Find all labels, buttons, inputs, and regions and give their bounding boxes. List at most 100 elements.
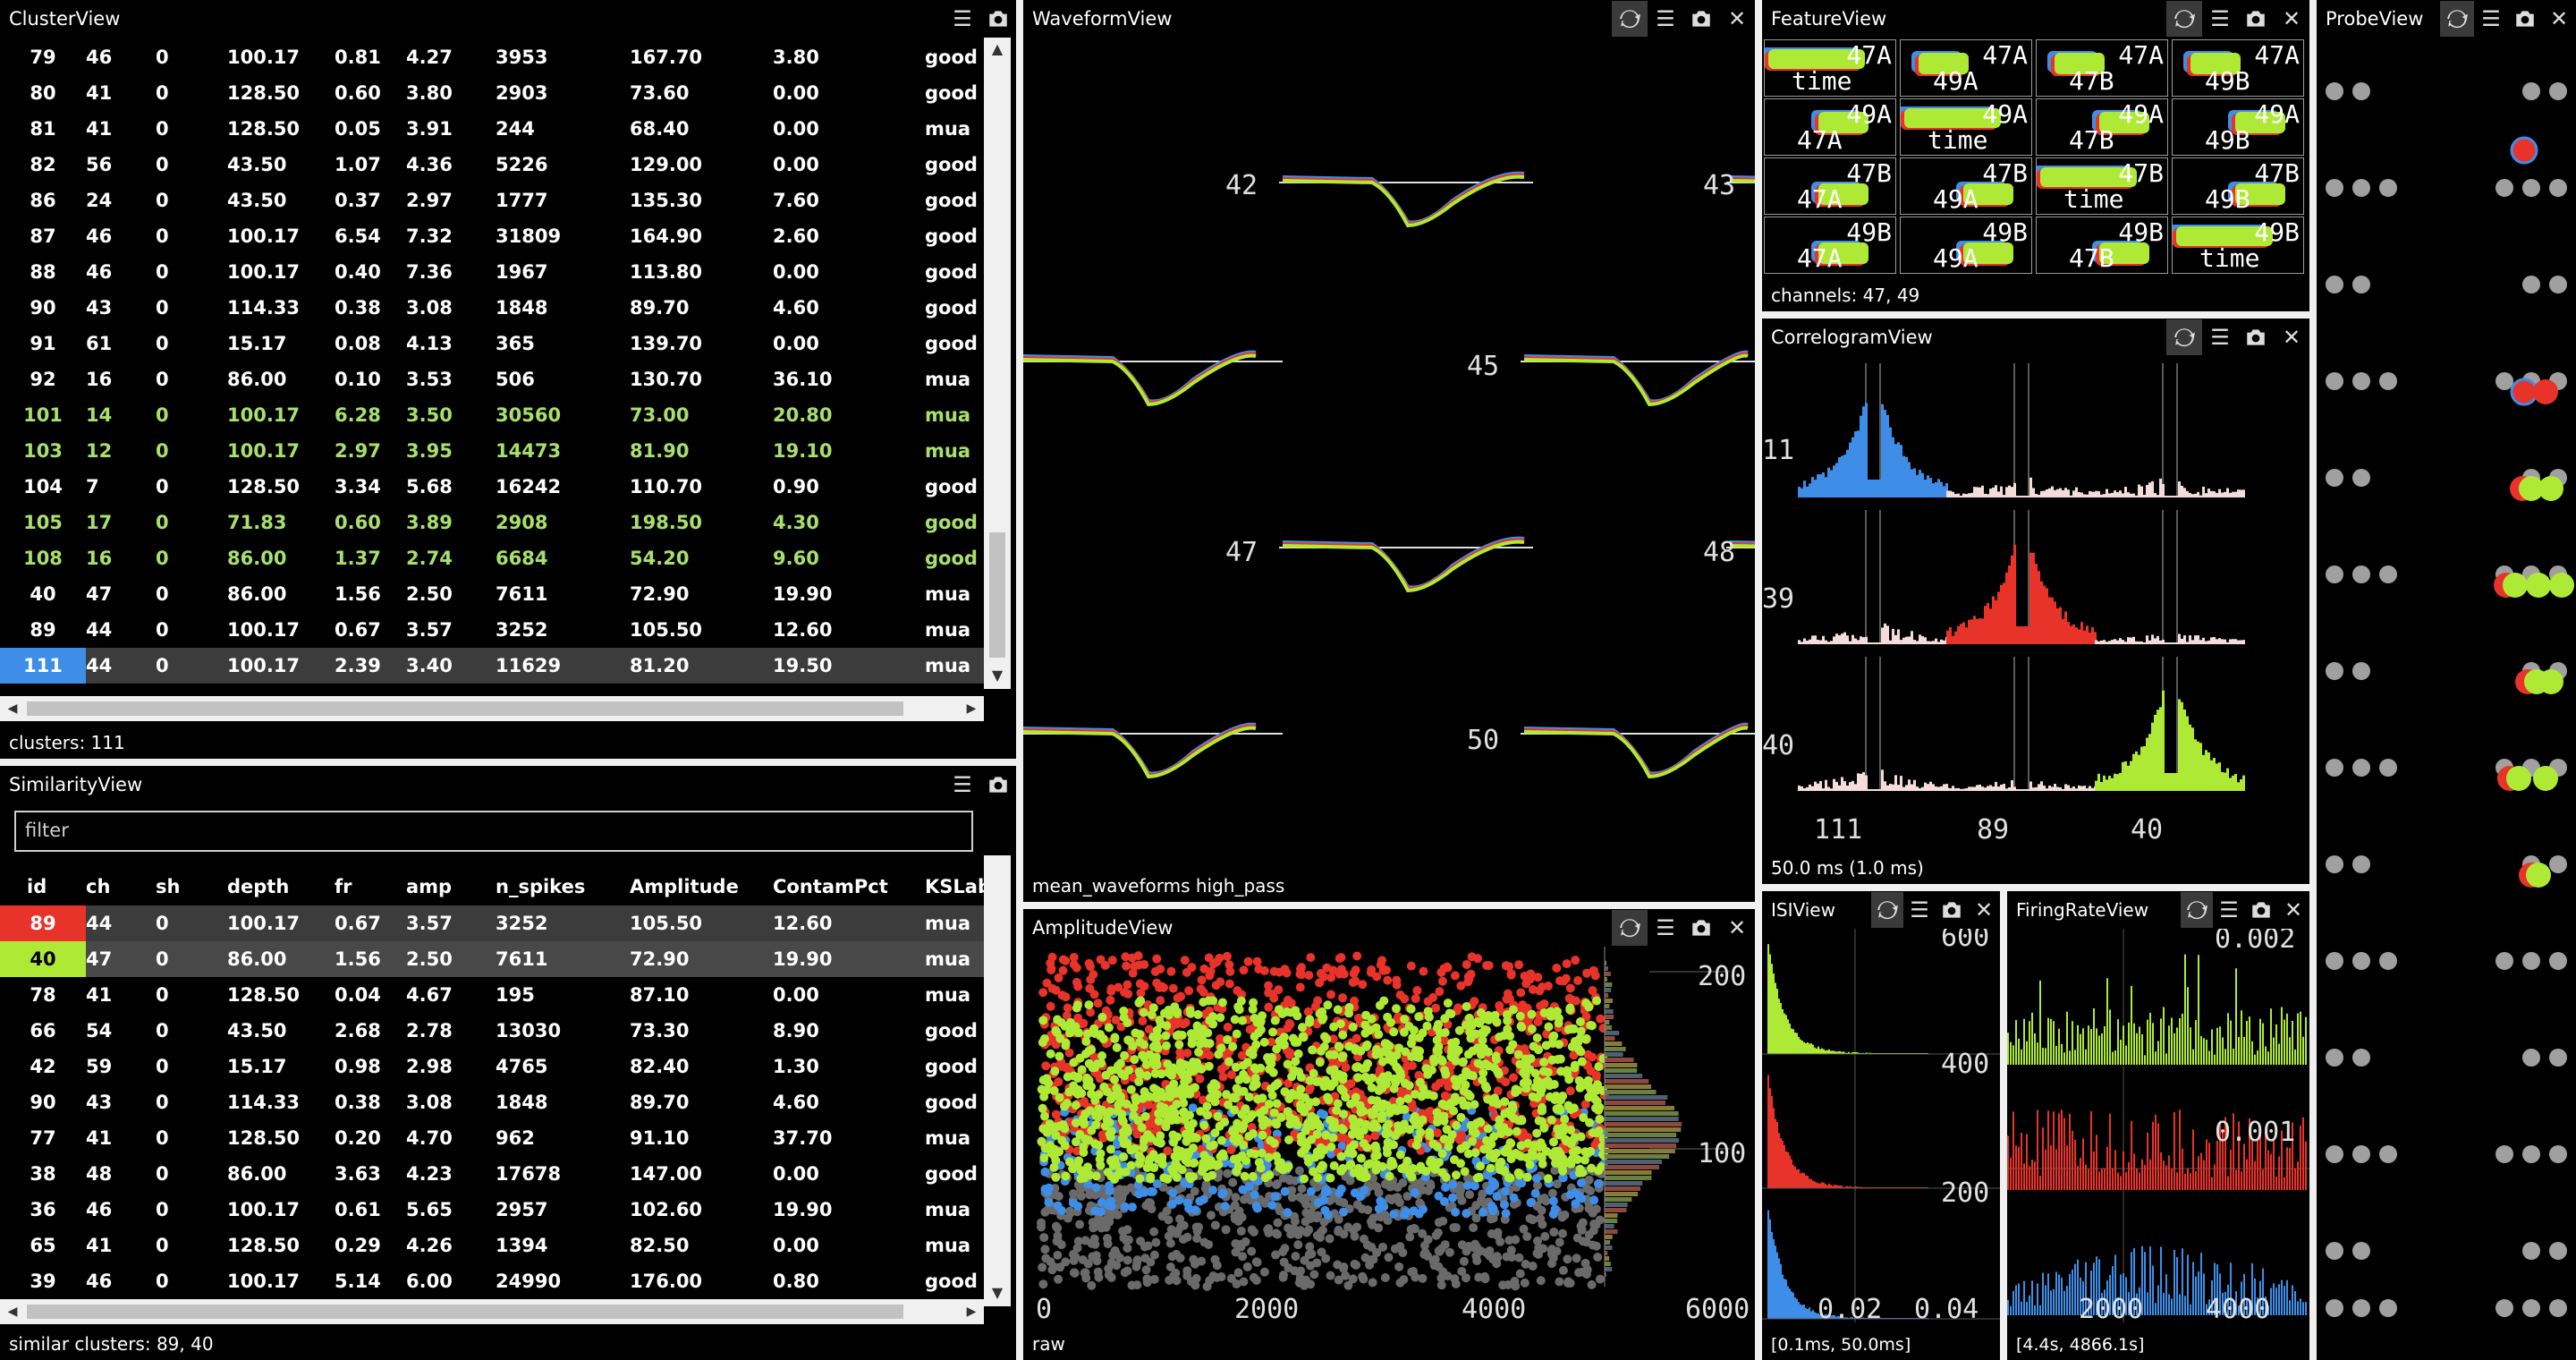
scroll-right-icon[interactable]: ▶	[959, 1299, 984, 1324]
table-row[interactable]: 40 47 0 86.00 1.56 2.50 7611 72.90 19.90 mua	[0, 941, 984, 977]
menu-icon[interactable]: ☰	[2202, 319, 2238, 355]
table-row[interactable]: 104 7 0 128.50 3.34 5.68 16242 110.70 0.90 good	[0, 469, 984, 505]
table-row[interactable]: 42 59 0 15.17 0.98 2.98 4765 82.40 1.30 good	[0, 1049, 984, 1084]
feature-subplot[interactable]: 49B time	[2172, 217, 2304, 274]
camera-icon[interactable]	[2245, 892, 2277, 928]
table-row[interactable]: 65 41 0 128.50 0.29 4.26 1394 82.50 0.00 mua	[0, 1228, 984, 1263]
feature-subplot[interactable]: 47A 47B	[2036, 39, 2168, 97]
column-header[interactable]: KSLab	[925, 868, 984, 905]
feature-subplot[interactable]: 49A 47A	[1764, 98, 1896, 156]
scroll-down-icon[interactable]: ▼	[984, 662, 1011, 689]
table-row[interactable]: 78 41 0 128.50 0.04 4.67 195 87.10 0.00 mua	[0, 977, 984, 1013]
auto-update-icon[interactable]	[1612, 1, 1648, 37]
menu-icon[interactable]: ☰	[1903, 892, 1936, 928]
menu-icon[interactable]: ☰	[2202, 1, 2238, 37]
table-row[interactable]: 38 48 0 86.00 3.63 4.23 17678 147.00 0.00 good	[0, 1156, 984, 1192]
feature-subplot[interactable]: 47A 49B	[2172, 39, 2304, 97]
menu-icon[interactable]: ☰	[945, 1, 980, 37]
table-row[interactable]: 80 41 0 128.50 0.60 3.80 2903 73.60 0.00 good	[0, 75, 984, 111]
cluster-vscroll[interactable]: ▲ ▼	[984, 36, 1011, 689]
scroll-left-icon[interactable]: ◀	[0, 696, 25, 721]
similarity-vscroll[interactable]: ▼	[984, 855, 1011, 1306]
table-row[interactable]: 90 43 0 114.33 0.38 3.08 1848 89.70 4.60 good	[0, 1084, 984, 1120]
feature-subplot[interactable]: 47A time	[1764, 39, 1896, 97]
menu-icon[interactable]: ☰	[1648, 1, 1683, 37]
table-row[interactable]: 40 47 0 86.00 1.56 2.50 7611 72.90 19.90 mua	[0, 576, 984, 612]
auto-update-icon[interactable]	[1871, 892, 1903, 928]
menu-icon[interactable]: ☰	[2474, 1, 2508, 37]
feature-subplot[interactable]: 49A 47B	[2036, 98, 2168, 156]
close-icon[interactable]: ✕	[2542, 1, 2576, 37]
feature-subplot[interactable]: 49A time	[1900, 98, 2032, 156]
feature-subplot[interactable]: 47A 49A	[1900, 39, 2032, 97]
close-icon[interactable]: ✕	[2277, 892, 2309, 928]
column-header[interactable]: ch	[86, 868, 156, 905]
feature-subplot[interactable]: 47B 49A	[1900, 157, 2032, 215]
scroll-down-icon[interactable]: ▼	[984, 1279, 1011, 1306]
feature-subplot[interactable]: 47B 49B	[2172, 157, 2304, 215]
table-row[interactable]: 111 44 0 100.17 2.39 3.40 11629 81.20 19.50 mua	[0, 648, 984, 684]
column-header[interactable]: ContamPct	[773, 868, 925, 905]
auto-update-icon[interactable]	[1612, 910, 1648, 946]
similarity-hscroll[interactable]: ◀ ▶	[0, 1299, 984, 1324]
menu-icon[interactable]: ☰	[1648, 910, 1683, 946]
table-row[interactable]: 79 46 0 100.17 0.81 4.27 3953 167.70 3.80 good	[0, 39, 984, 75]
isi-plot[interactable]	[1762, 929, 2000, 1328]
table-row[interactable]: 77 41 0 128.50 0.20 4.70 962 91.10 37.70 mua	[0, 1120, 984, 1156]
table-row[interactable]: 101 14 0 100.17 6.28 3.50 30560 73.00 20.80 mua	[0, 397, 984, 433]
menu-icon[interactable]: ☰	[945, 767, 980, 803]
table-row[interactable]: 36 46 0 100.17 0.61 5.65 2957 102.60 19.90 mua	[0, 1192, 984, 1228]
splitter-horizontal-mid[interactable]	[1023, 902, 1755, 909]
column-header[interactable]: amp	[406, 868, 496, 905]
camera-icon[interactable]	[980, 767, 1016, 803]
table-row[interactable]: 90 43 0 114.33 0.38 3.08 1848 89.70 4.60 good	[0, 290, 984, 326]
column-header[interactable]: fr	[335, 868, 406, 905]
splitter-horizontal-left[interactable]	[0, 759, 1016, 766]
correlogram-plot[interactable]	[1762, 356, 2309, 848]
column-header[interactable]: depth	[227, 868, 335, 905]
splitter-vertical-isi[interactable]	[2000, 891, 2007, 1360]
close-icon[interactable]: ✕	[1719, 1, 1755, 37]
feature-subplot[interactable]: 49B 47A	[1764, 217, 1896, 274]
close-icon[interactable]: ✕	[1968, 892, 2000, 928]
feature-subplot[interactable]: 49B 49A	[1900, 217, 2032, 274]
close-icon[interactable]: ✕	[1719, 910, 1755, 946]
table-row[interactable]: 103 12 0 100.17 2.97 3.95 14473 81.90 19.10 mua	[0, 433, 984, 469]
menu-icon[interactable]: ☰	[2213, 892, 2245, 928]
close-icon[interactable]: ✕	[2274, 1, 2309, 37]
feature-grid[interactable]: 47A time 47A 49A 47A 47B 47A 49B 49A 47A 49A time 49…	[1764, 39, 2309, 276]
camera-icon[interactable]	[980, 1, 1016, 37]
feature-subplot[interactable]: 49A 49B	[2172, 98, 2304, 156]
table-row[interactable]: 86 24 0 43.50 0.37 2.97 1777 135.30 7.60 good	[0, 183, 984, 218]
feature-subplot[interactable]: 47B 47A	[1764, 157, 1896, 215]
splitter-horizontal-corr[interactable]	[1762, 884, 2309, 891]
camera-icon[interactable]	[1683, 1, 1719, 37]
table-row[interactable]: 88 46 0 100.17 0.40 7.36 1967 113.80 0.00 good	[0, 254, 984, 290]
table-row[interactable]: 89 44 0 100.17 0.67 3.57 3252 105.50 12.60 mua	[0, 905, 984, 941]
cluster-hscroll-thumb[interactable]	[27, 701, 903, 716]
table-row[interactable]: 82 56 0 43.50 1.07 4.36 5226 129.00 0.00 good	[0, 147, 984, 183]
table-row[interactable]: 91 61 0 15.17 0.08 4.13 365 139.70 0.00 good	[0, 326, 984, 361]
camera-icon[interactable]	[2238, 319, 2274, 355]
table-row[interactable]: 87 46 0 100.17 6.54 7.32 31809 164.90 2.60 good	[0, 218, 984, 254]
table-row[interactable]: 66 54 0 43.50 2.68 2.78 13030 73.30 8.90 good	[0, 1013, 984, 1049]
column-header[interactable]: Amplitude	[630, 868, 773, 905]
table-row[interactable]: 39 46 0 100.17 5.14 6.00 24990 176.00 0.80 good	[0, 1263, 984, 1299]
waveform-plot[interactable]	[1023, 38, 1755, 879]
cluster-vscroll-thumb[interactable]	[989, 532, 1005, 658]
table-row[interactable]: 105 17 0 71.83 0.60 3.89 2908 198.50 4.30 good	[0, 505, 984, 540]
column-header[interactable]: sh	[156, 868, 227, 905]
camera-icon[interactable]	[2238, 1, 2274, 37]
close-icon[interactable]: ✕	[2274, 319, 2309, 355]
auto-update-icon[interactable]	[2166, 1, 2202, 37]
table-row[interactable]: 89 44 0 100.17 0.67 3.57 3252 105.50 12.60 mua	[0, 612, 984, 648]
scroll-right-icon[interactable]: ▶	[959, 696, 984, 721]
camera-icon[interactable]	[1683, 910, 1719, 946]
splitter-vertical-2[interactable]	[1755, 0, 1762, 1360]
camera-icon[interactable]	[2508, 1, 2542, 37]
scroll-up-icon[interactable]: ▲	[984, 36, 1011, 63]
table-row[interactable]: 81 41 0 128.50 0.05 3.91 244 68.40 0.00 mua	[0, 111, 984, 147]
similarity-hscroll-thumb[interactable]	[27, 1305, 903, 1319]
filter-input[interactable]: filter	[14, 811, 973, 852]
table-row[interactable]: 108 16 0 86.00 1.37 2.74 6684 54.20 9.60 good	[0, 540, 984, 576]
